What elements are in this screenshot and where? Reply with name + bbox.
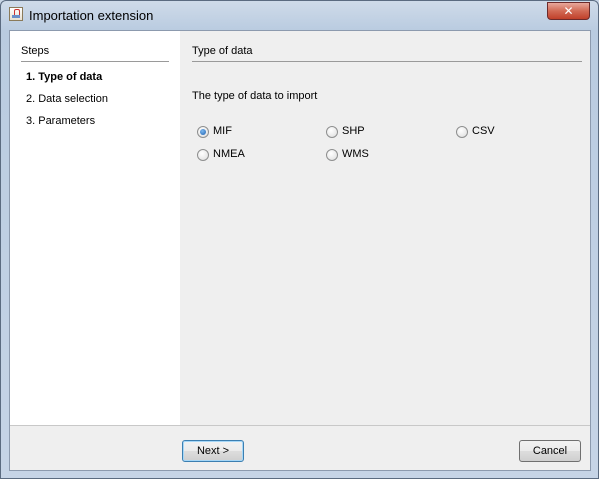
dialog-window: Importation extension ✕ Steps 1. Type of…	[0, 0, 599, 479]
title-bar[interactable]: Importation extension ✕	[1, 1, 598, 29]
radio-label-csv: CSV	[472, 125, 495, 137]
radio-button[interactable]	[326, 126, 338, 138]
cancel-button[interactable]: Cancel	[519, 440, 581, 462]
step-parameters: 3. Parameters	[26, 115, 96, 127]
window-title: Importation extension	[29, 8, 154, 23]
steps-panel: Steps 1. Type of data 2. Data selection …	[10, 31, 180, 425]
radio-button[interactable]	[326, 149, 338, 161]
radio-button[interactable]	[456, 126, 468, 138]
step-data-selection: 2. Data selection	[26, 93, 108, 105]
close-icon: ✕	[563, 4, 574, 18]
radio-button-checked[interactable]	[197, 126, 209, 138]
steps-title: Steps	[21, 45, 50, 57]
radio-label-shp: SHP	[342, 125, 365, 137]
close-button[interactable]: ✕	[547, 2, 590, 20]
java-coffee-icon	[9, 7, 23, 21]
section-title: Type of data	[192, 45, 253, 57]
section-divider	[192, 61, 582, 62]
radio-label-wms: WMS	[342, 148, 369, 160]
next-button[interactable]: Next >	[182, 440, 244, 462]
dialog-content: Steps 1. Type of data 2. Data selection …	[9, 30, 591, 471]
main-panel: Type of data The type of data to import …	[180, 31, 590, 425]
radio-label-mif: MIF	[213, 125, 232, 137]
prompt-label: The type of data to import	[192, 90, 318, 102]
button-bar-divider	[10, 425, 590, 426]
radio-button[interactable]	[197, 149, 209, 161]
step-type-of-data: 1. Type of data	[26, 71, 103, 83]
steps-divider	[21, 61, 169, 62]
radio-label-nmea: NMEA	[213, 148, 245, 160]
